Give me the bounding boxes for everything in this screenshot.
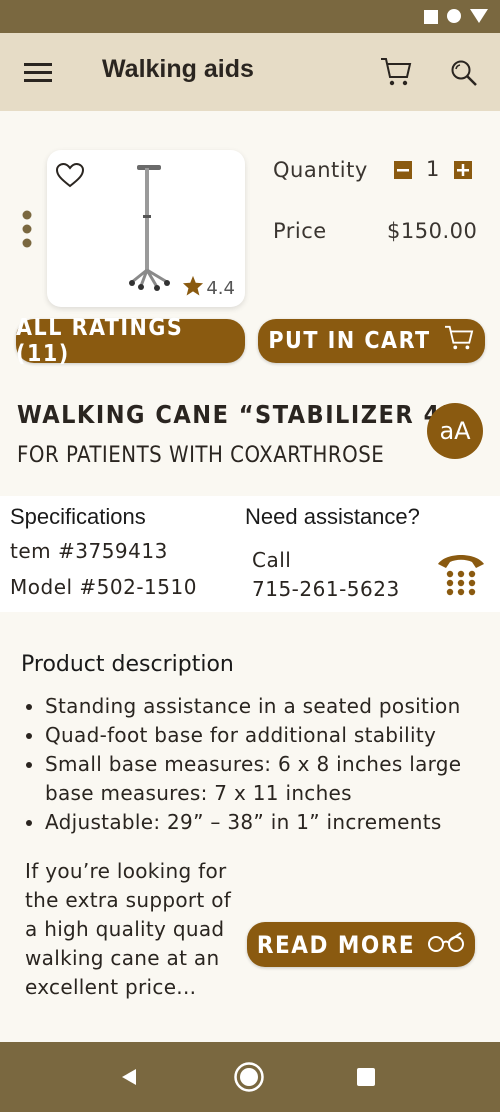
assistance-heading: Need assistance? bbox=[245, 504, 420, 529]
phone-number[interactable]: 715-261-5623 bbox=[252, 577, 400, 601]
put-in-cart-label: PUT IN CART bbox=[268, 328, 431, 354]
square-status-icon bbox=[424, 9, 438, 28]
text-size-label: aA bbox=[439, 417, 471, 445]
price-label: Price bbox=[273, 219, 327, 243]
decrease-quantity-button[interactable] bbox=[394, 161, 412, 183]
magnifier-icon[interactable] bbox=[448, 57, 480, 89]
description-heading: Product description bbox=[21, 652, 234, 677]
reading-glasses-icon bbox=[427, 931, 465, 959]
back-icon[interactable] bbox=[119, 1067, 139, 1091]
product-image-card[interactable]: 4.4 bbox=[47, 150, 245, 307]
read-more-button[interactable]: READ MORE bbox=[247, 922, 475, 967]
circle-status-icon bbox=[446, 8, 462, 28]
rating-value: 4.4 bbox=[206, 277, 235, 299]
all-ratings-label: ALL RATINGS (11) bbox=[16, 315, 184, 367]
page-title: Walking aids bbox=[102, 55, 254, 83]
vertical-dots-icon[interactable] bbox=[20, 210, 34, 254]
heart-outline-icon[interactable] bbox=[55, 162, 85, 192]
triangle-status-icon bbox=[470, 8, 488, 28]
item-number: tem #3759413 bbox=[10, 539, 168, 563]
product-image bbox=[127, 160, 177, 299]
status-bar bbox=[0, 0, 500, 33]
product-subtitle: FOR PATIENTS WITH COXARTHROSE bbox=[17, 443, 385, 468]
cart-button-icon bbox=[443, 324, 475, 358]
text-size-button[interactable]: aA bbox=[427, 403, 483, 459]
increase-quantity-button[interactable] bbox=[454, 161, 472, 183]
product-name: WALKING CANE “STABILIZER 4” bbox=[17, 400, 457, 429]
specifications-heading: Specifications bbox=[10, 504, 146, 529]
home-icon[interactable] bbox=[233, 1061, 265, 1097]
description-paragraph: If you’re looking for the extra support … bbox=[25, 859, 232, 999]
bullet-item: Adjustable: 29” – 38” in 1” increments bbox=[45, 808, 500, 837]
bullet-item: Standing assistance in a seated position bbox=[45, 692, 500, 721]
system-navigation-bar bbox=[0, 1042, 500, 1112]
all-ratings-button[interactable]: ALL RATINGS (11) bbox=[16, 315, 245, 367]
bullet-item: Quad-foot base for additional stability bbox=[45, 721, 500, 750]
description-bullets: Standing assistance in a seated position… bbox=[21, 692, 500, 837]
quantity-label: Quantity bbox=[273, 158, 368, 182]
bullet-item: Small base measures: 6 x 8 inches large … bbox=[45, 750, 500, 808]
read-more-label: READ MORE bbox=[256, 930, 416, 959]
hamburger-menu-icon[interactable] bbox=[22, 59, 54, 85]
telephone-icon[interactable] bbox=[436, 548, 486, 604]
star-icon bbox=[182, 275, 204, 301]
put-in-cart-button[interactable]: PUT IN CART bbox=[258, 319, 485, 363]
app-bar: Walking aids bbox=[0, 33, 500, 111]
shopping-cart-icon[interactable] bbox=[378, 53, 414, 91]
status-icons bbox=[424, 8, 488, 28]
model-number: Model #502-1510 bbox=[10, 575, 197, 599]
recents-icon[interactable] bbox=[357, 1068, 375, 1090]
call-label: Call bbox=[252, 548, 292, 572]
price-value: $150.00 bbox=[387, 219, 478, 243]
quantity-value: 1 bbox=[426, 157, 440, 181]
product-rating: 4.4 bbox=[182, 275, 235, 301]
specs-panel: Specifications tem #3759413 Model #502-1… bbox=[0, 496, 500, 612]
